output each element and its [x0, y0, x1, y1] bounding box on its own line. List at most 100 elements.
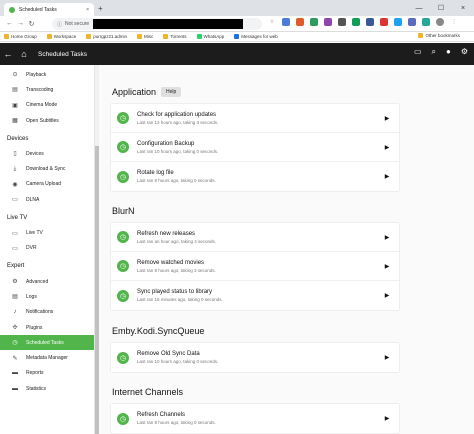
sidebar-item-statistics[interactable]: ▬ Statistics [0, 381, 94, 396]
sidebar-item-scheduled-tasks[interactable]: ◷ Scheduled Tasks [0, 335, 94, 351]
extension-icon[interactable] [310, 18, 318, 26]
browser-tab[interactable]: Scheduled Tasks × [4, 3, 94, 16]
new-tab-button[interactable]: + [98, 4, 103, 13]
task-name: Check for application updates [137, 111, 217, 118]
task-last-run: Last ran 10 hours ago, taking 0 seconds. [137, 359, 219, 364]
play-icon[interactable]: ▶ [381, 144, 393, 151]
extension-icon[interactable] [282, 18, 290, 26]
sidebar-item-open-subtitles[interactable]: ▦ Open Subtitles [0, 113, 94, 128]
back-arrow-icon[interactable]: ← [4, 20, 15, 27]
tasks-icon: ◷ [12, 340, 18, 347]
task-row[interactable]: ◷ Remove watched movies Last ran 8 hours … [111, 252, 399, 281]
extension-icon[interactable] [408, 18, 416, 26]
extension-icon[interactable] [352, 18, 360, 26]
tab-close-icon[interactable]: × [86, 7, 89, 13]
folder-icon: ▬ [12, 385, 18, 392]
task-card-internet-channels: ◷ Refresh Channels Last ran 8 hours ago, … [111, 404, 399, 433]
gear-icon: ⚙ [12, 279, 18, 286]
sidebar-item-playback[interactable]: ⊙ Playback [0, 67, 94, 82]
section-title-application: Application [112, 87, 157, 97]
emby-favicon-icon [9, 6, 15, 13]
task-row[interactable]: ◷ Remove Old Sync Data Last ran 10 hours … [111, 343, 399, 372]
sidebar-item-metadata-manager[interactable]: ✎ Metadata Manager [0, 350, 94, 365]
task-row[interactable]: ◷ Rotate log file Last ran 8 hours ago, t… [111, 162, 399, 191]
clock-icon: ◷ [117, 260, 129, 272]
task-row[interactable]: ◷ Refresh new releases Last ran an hour a… [111, 223, 399, 252]
task-row[interactable]: ◷ Refresh Channels Last ran 8 hours ago, … [111, 404, 399, 433]
task-row[interactable]: ◷ Sync played status to library Last ran … [111, 281, 399, 310]
play-icon[interactable]: ▶ [381, 415, 393, 422]
sidebar-item-advanced[interactable]: ⚙ Advanced [0, 274, 94, 289]
cast-icon[interactable]: ▭ [414, 47, 422, 57]
task-row[interactable]: ◷ Check for application updates Last ran … [111, 104, 399, 133]
play-icon[interactable]: ▶ [381, 234, 393, 241]
bookmark-item[interactable]: purrgpz21.admin [86, 34, 127, 39]
sidebar-item-plugins[interactable]: ✣ Plugins [0, 320, 94, 335]
extension-icon[interactable] [394, 18, 402, 26]
download-icon: ⤓ [13, 165, 17, 172]
gear-icon[interactable]: ⚙ [461, 47, 468, 57]
extension-icon[interactable] [296, 18, 304, 26]
extension-icon[interactable] [338, 18, 346, 26]
task-last-run: Last ran 8 hours ago, taking 0 seconds. [137, 178, 216, 183]
back-arrow-icon[interactable]: ← [0, 49, 16, 59]
menu-dots-icon[interactable]: ⋮ [450, 18, 458, 26]
close-window-button[interactable]: × [452, 0, 474, 16]
sidebar-item-reports[interactable]: ▬ Reports [0, 366, 94, 381]
redacted-url [93, 19, 244, 29]
info-icon[interactable]: ⓘ [57, 21, 62, 28]
sidebar-item-camera-upload[interactable]: ◉ Camera Upload [0, 177, 94, 192]
avatar[interactable] [436, 18, 444, 26]
sidebar-item-download-sync[interactable]: ⤓ Download & Sync [0, 161, 94, 176]
sidebar-item-logs[interactable]: ▤ Logs [0, 289, 94, 304]
play-icon[interactable]: ▶ [381, 173, 393, 180]
reload-icon[interactable]: ↻ [26, 20, 37, 28]
bookmark-item[interactable]: Misc [136, 34, 153, 39]
help-button[interactable]: Help [161, 87, 182, 97]
search-icon[interactable]: ⌕ [432, 47, 436, 57]
dvr-icon: ▭ [12, 245, 18, 252]
tv-icon: ▭ [12, 230, 18, 237]
sidebar-item-notifications[interactable]: ♪ Notifications [0, 305, 94, 320]
task-last-run: Last ran 13 hours ago, taking 3 seconds. [137, 119, 219, 125]
play-icon[interactable]: ▶ [381, 115, 393, 122]
home-icon[interactable]: ⌂ [16, 49, 32, 59]
bookmark-item[interactable]: Torrents [163, 34, 187, 39]
task-row[interactable]: ◷ Configuration Backup Last ran 10 hours … [111, 133, 399, 162]
play-icon[interactable]: ▶ [381, 354, 393, 361]
sidebar-item-devices[interactable]: ▯ Devices [0, 146, 94, 161]
other-bookmarks[interactable]: Other bookmarks [418, 33, 460, 38]
user-icon[interactable]: ● [446, 47, 451, 57]
maximize-button[interactable]: ☐ [430, 0, 452, 16]
extension-icon[interactable] [380, 18, 388, 26]
task-last-run: Last ran 8 hours ago, taking 0 seconds. [137, 420, 216, 425]
section-title-blurn: BlurN [112, 206, 135, 216]
logs-icon: ▤ [12, 294, 18, 301]
clock-icon: ◷ [117, 141, 129, 153]
bookmark-item[interactable]: Messages for web [234, 34, 278, 39]
bookmark-item[interactable]: Workspace [46, 34, 76, 39]
task-name: Rotate log file [137, 170, 174, 176]
play-icon[interactable]: ▶ [381, 292, 393, 299]
task-name: Configuration Backup [137, 140, 195, 147]
extension-icon[interactable] [422, 18, 430, 26]
forward-arrow-icon[interactable]: → [15, 20, 26, 27]
extension-icon[interactable] [366, 18, 374, 26]
task-name: Refresh Channels [137, 412, 186, 418]
bookmark-item[interactable]: Home Group [4, 34, 37, 39]
sidebar-item-dvr[interactable]: ▭ DVR [0, 241, 94, 256]
bookmark-item[interactable]: WhatsApp [196, 34, 224, 39]
clock-icon: ◷ [117, 170, 129, 183]
sidebar-item-transcoding[interactable]: ▤ Transcoding [0, 82, 94, 97]
task-name: Refresh new releases [137, 230, 196, 237]
play-icon[interactable]: ▶ [381, 263, 393, 270]
sidebar-item-dlna[interactable]: ▭ DLNA [0, 192, 94, 207]
task-last-run: Last ran 10 hours ago, taking 0 seconds. [137, 148, 219, 154]
minimize-button[interactable]: — [408, 0, 430, 16]
cinema-icon: ▣ [12, 102, 18, 109]
star-icon[interactable]: ☆ [268, 18, 276, 26]
sidebar-item-live-tv[interactable]: ▭ Live TV [0, 225, 94, 240]
sidebar-item-cinema-mode[interactable]: ▣ Cinema Mode [0, 98, 94, 113]
url-input[interactable]: ⓘ Not secure [52, 18, 262, 30]
extension-icon[interactable] [324, 18, 332, 26]
